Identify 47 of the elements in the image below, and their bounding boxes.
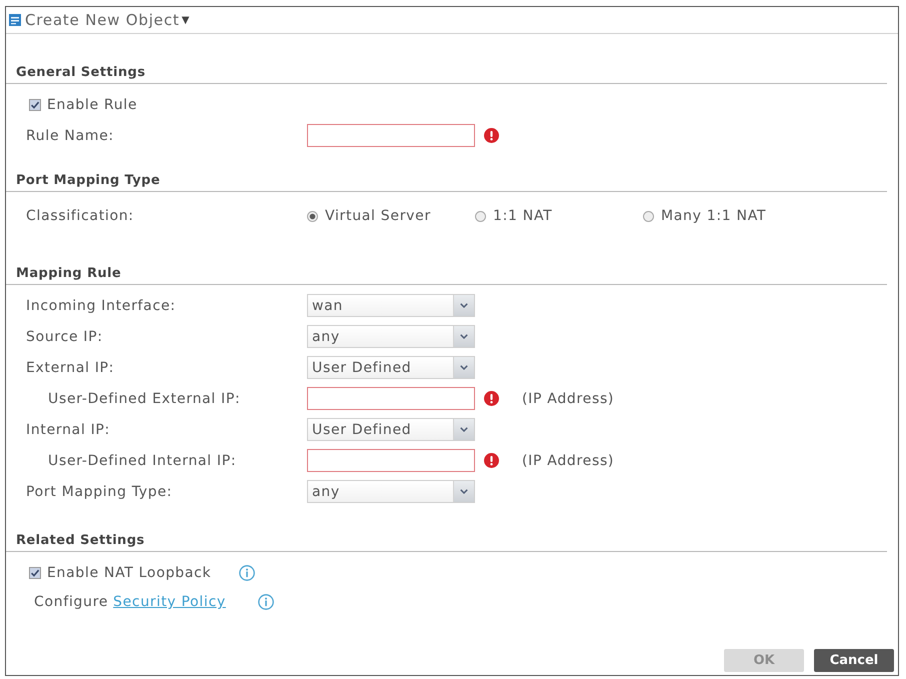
field-label: Classification:	[26, 208, 135, 224]
checkbox-label[interactable]: Enable NAT Loopback	[47, 564, 212, 580]
option-label[interactable]: Many 1:1 NAT	[661, 208, 766, 224]
field-label: External IP:	[26, 360, 116, 376]
checkbox[interactable]	[29, 98, 41, 110]
field-hint: (IP Address)	[522, 452, 614, 468]
text-field[interactable]	[307, 449, 475, 472]
field-label: Source IP:	[26, 328, 104, 344]
error-icon	[484, 453, 499, 468]
section-heading: Mapping Rule	[16, 266, 122, 280]
dropdown[interactable]: any	[307, 325, 475, 348]
field-label: Rule Name:	[26, 128, 115, 144]
dropdown[interactable]: any	[307, 480, 475, 503]
dropdown[interactable]: wan	[307, 294, 475, 317]
radio-button[interactable]	[643, 210, 654, 222]
section-heading: Port Mapping Type	[16, 172, 160, 188]
dropdown[interactable]: User Defined	[307, 418, 475, 441]
option-label[interactable]: Virtual Server	[325, 208, 431, 224]
info-icon[interactable]	[239, 564, 256, 580]
field-hint: (IP Address)	[522, 390, 614, 406]
dropdown[interactable]: User Defined	[307, 356, 475, 379]
chevron-down-icon	[460, 427, 468, 432]
section-heading: General Settings	[16, 64, 146, 80]
field-label: Internal IP:	[26, 422, 112, 438]
dialog-button[interactable]: Cancel	[814, 649, 894, 672]
radio-button[interactable]	[307, 210, 318, 222]
text-field[interactable]	[307, 387, 475, 410]
radio-button[interactable]	[475, 210, 486, 222]
error-icon	[484, 391, 499, 406]
checkbox[interactable]	[29, 566, 41, 578]
field-label: User-Defined External IP:	[47, 390, 242, 406]
option-label[interactable]: 1:1 NAT	[493, 208, 552, 224]
checkbox-label[interactable]: Enable Rule	[47, 96, 138, 112]
chevron-down-icon	[460, 365, 468, 370]
chevron-down-icon	[460, 489, 468, 494]
list-icon	[9, 14, 21, 26]
chevron-down-icon	[460, 334, 468, 339]
field-label: User-Defined Internal IP:	[47, 452, 238, 468]
field-label: Port Mapping Type:	[26, 484, 174, 500]
field-label: Incoming Interface:	[26, 298, 177, 314]
error-icon	[484, 128, 499, 143]
create-object-menu[interactable]: Create New Object▼	[9, 11, 190, 29]
info-icon[interactable]	[258, 594, 274, 610]
link-prefix: Configure	[34, 594, 108, 610]
chevron-down-icon	[460, 303, 468, 308]
text-field[interactable]	[307, 124, 475, 147]
section-heading: Related Settings	[16, 532, 145, 548]
